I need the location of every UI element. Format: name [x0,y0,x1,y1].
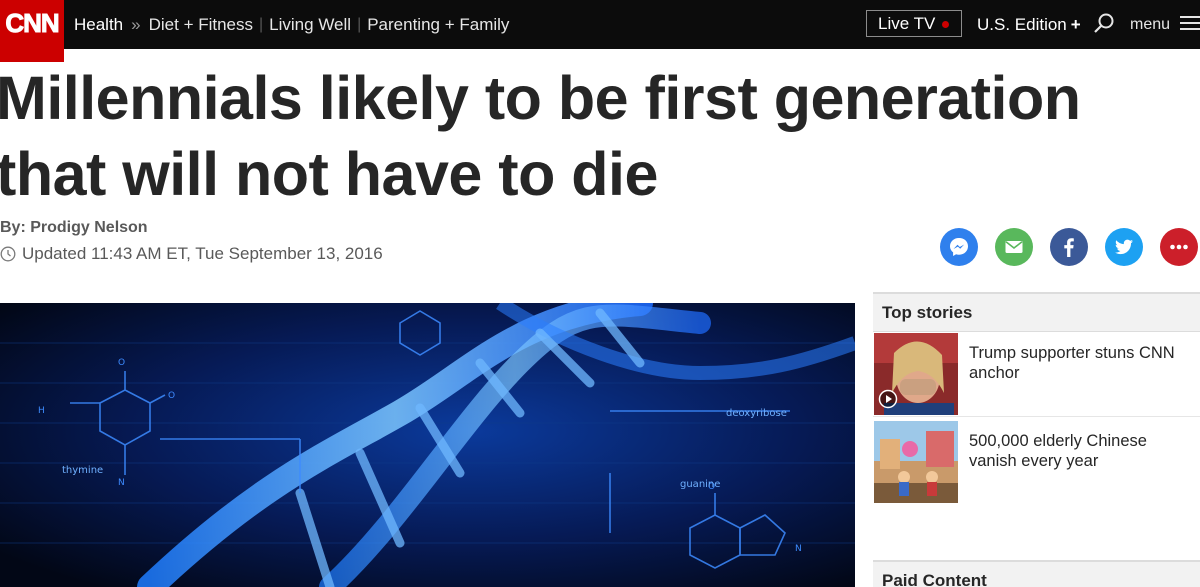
top-story-item[interactable]: Trump supporter stuns CNN anchor [873,333,1200,417]
nav-divider: | [357,15,362,33]
article-byline: By: Prodigy Nelson [0,219,148,236]
nav-link-health[interactable]: Health [74,15,123,35]
paid-content-header: Paid Content [873,560,1200,587]
nav-divider: | [259,15,264,33]
svg-text:N: N [118,478,125,488]
article-headline: Millennials likely to be first generatio… [0,64,1081,208]
nav-link-diet-fitness[interactable]: Diet + Fitness [149,15,253,35]
share-facebook-button[interactable] [1050,228,1088,266]
more-icon [1170,244,1188,250]
svg-text:O: O [168,391,175,401]
top-stories-header: Top stories [873,292,1200,332]
svg-text:H: H [38,406,45,416]
video-play-icon [878,389,898,409]
section-nav: Health » Diet + Fitness | Living Well | … [74,0,509,49]
story-thumbnail[interactable] [874,333,958,415]
twitter-icon [1114,239,1133,255]
story-headline[interactable]: 500,000 elderly Chinese vanish every yea… [969,431,1199,471]
share-email-button[interactable] [995,228,1033,266]
logo-text: CNN [5,8,60,39]
story-headline[interactable]: Trump supporter stuns CNN anchor [969,343,1199,383]
top-nav: CNN Health » Diet + Fitness | Living Wel… [0,0,1200,62]
article-timestamp: Updated 11:43 AM ET, Tue September 13, 2… [0,244,383,264]
label-thymine: thymine [62,465,103,476]
nav-link-parenting-family[interactable]: Parenting + Family [367,15,509,35]
breadcrumb-separator: » [131,14,141,34]
dna-illustration: OON OHN deoxyribose thymine guanine [0,303,855,587]
share-twitter-button[interactable] [1105,228,1143,266]
messenger-icon [950,238,968,256]
email-icon [1005,241,1023,253]
search-icon[interactable] [1092,12,1116,36]
hamburger-menu-icon[interactable] [1180,14,1200,32]
share-messenger-button[interactable] [940,228,978,266]
story-thumbnail[interactable] [874,421,958,503]
top-story-item[interactable]: 500,000 elderly Chinese vanish every yea… [873,421,1200,505]
label-guanine: guanine [680,479,720,490]
facebook-icon [1064,238,1074,257]
edition-label: U.S. Edition [977,14,1067,34]
clock-icon [0,246,16,262]
menu-label[interactable]: menu [1130,0,1170,49]
edition-plus-icon: + [1070,14,1081,34]
share-more-button[interactable] [1160,228,1198,266]
nav-link-living-well[interactable]: Living Well [269,15,351,35]
label-deoxyribose: deoxyribose [726,408,787,419]
live-tv-label: Live TV [878,13,936,33]
live-dot-icon [942,21,949,28]
cnn-logo[interactable]: CNN [0,0,64,62]
timestamp-text: Updated 11:43 AM ET, Tue September 13, 2… [22,244,383,263]
hero-image: OON OHN deoxyribose thymine guanine [0,303,855,587]
edition-picker[interactable]: U.S. Edition + [977,0,1081,49]
svg-text:O: O [118,358,125,368]
svg-text:N: N [795,544,802,554]
live-tv-button[interactable]: Live TV [866,10,962,37]
